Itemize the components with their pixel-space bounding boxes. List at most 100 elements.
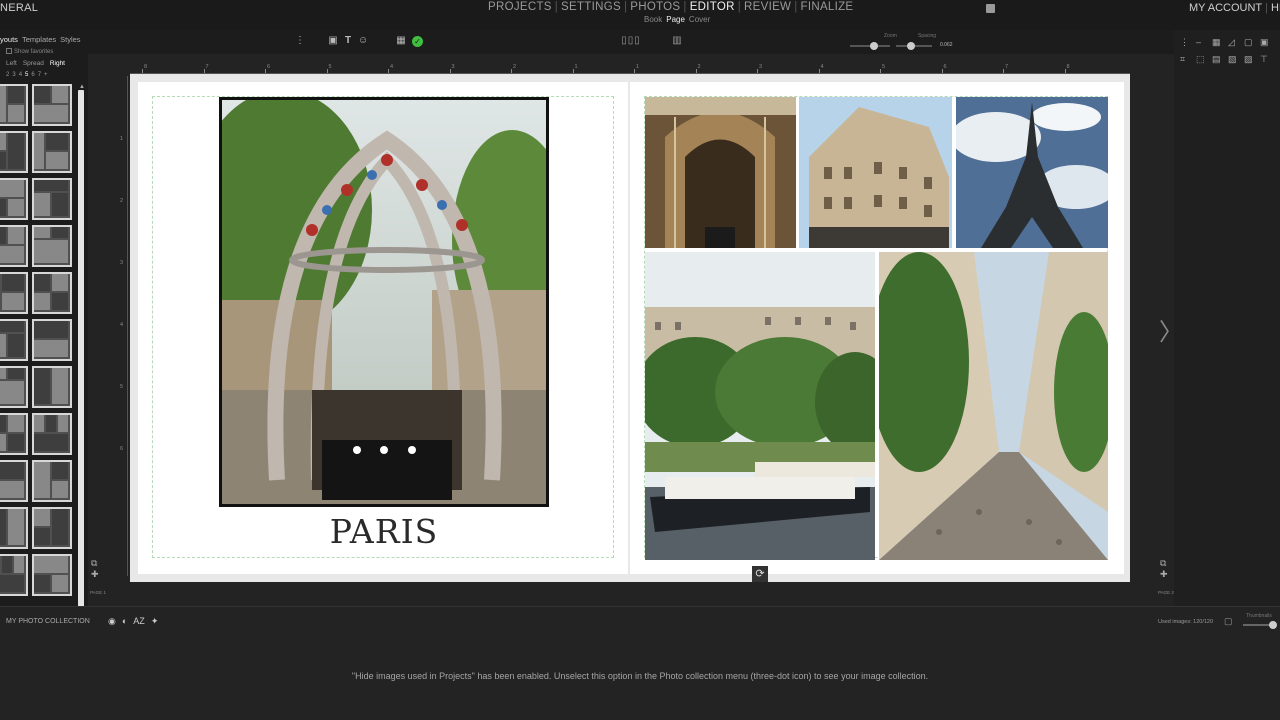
tab-layouts[interactable]: youts <box>0 35 18 44</box>
nav-help[interactable]: HE <box>1271 2 1280 14</box>
side-right[interactable]: Right <box>50 60 65 67</box>
layout-thumbnail[interactable] <box>0 366 28 408</box>
align-icon[interactable]: – <box>1196 38 1205 47</box>
more-options-icon[interactable]: ⋮ <box>295 36 305 46</box>
subnav-cover[interactable]: Cover <box>689 15 710 24</box>
nav-projects[interactable]: PROJECTS <box>488 1 552 13</box>
select-icon[interactable]: ⬚ <box>1196 55 1205 64</box>
photo-eiffel-tower[interactable] <box>956 97 1108 248</box>
layout-thumbnail[interactable] <box>0 84 28 126</box>
layout-thumbnail[interactable] <box>32 507 72 549</box>
subnav-page[interactable]: Page <box>666 15 685 24</box>
spacing-slider[interactable] <box>896 42 932 50</box>
ruler-tick <box>941 69 943 73</box>
filter-icon[interactable]: ▨ <box>1244 55 1253 64</box>
layout-thumbnail[interactable] <box>0 460 28 502</box>
fullscreen-icon[interactable]: ▣ <box>1260 38 1269 47</box>
photo-covered-arcade[interactable] <box>645 97 796 248</box>
save-icon[interactable] <box>986 4 995 13</box>
page-add-icon-right[interactable]: ⧉ ✚ <box>1160 558 1168 580</box>
ruler-label: 4 <box>820 64 824 70</box>
side-spread[interactable]: Spread <box>23 60 44 67</box>
ruler-tick <box>634 69 635 73</box>
layout-thumbnail[interactable] <box>32 131 72 173</box>
nav-general-tab[interactable]: NERAL <box>0 2 38 14</box>
book-view-icon[interactable]: ▥ <box>669 36 685 46</box>
layout-thumbnail[interactable] <box>32 413 72 455</box>
ruler-label: 5 <box>328 64 332 70</box>
ruler-label: 2 <box>513 64 517 70</box>
count-7plus[interactable]: 7+ <box>38 72 51 78</box>
right-tools-panel: ⋮ – ▦ ◿ ▢ ▣ ⌗ ⬚ ▤ ▧ ▨ ⊤ <box>1174 30 1280 606</box>
layout-thumbnail[interactable] <box>0 225 28 267</box>
layout-thumbnail[interactable] <box>32 84 72 126</box>
layout-thumbnail[interactable] <box>0 413 28 455</box>
thumbnails-slider[interactable] <box>1243 621 1277 629</box>
nav-finalize[interactable]: FINALIZE <box>801 1 854 13</box>
ruler-label: 7 <box>205 64 209 70</box>
ruler-label: 4 <box>120 322 124 328</box>
tab-templates[interactable]: Templates <box>22 35 56 44</box>
brush-icon[interactable]: ⊤ <box>1260 55 1269 64</box>
ruler-label: 6 <box>943 64 947 70</box>
folder-icon[interactable]: ▤ <box>1212 55 1221 64</box>
add-sticker-icon[interactable]: ☺ <box>358 36 368 46</box>
nav-review[interactable]: REVIEW <box>744 1 791 13</box>
ruler-label: 3 <box>120 260 124 266</box>
page-add-icon-left[interactable]: ⧉ ✚ <box>91 558 99 580</box>
crop-icon[interactable]: ⌗ <box>1180 55 1189 64</box>
photo-haussmann-building[interactable] <box>799 97 952 248</box>
layout-thumbnail[interactable] <box>32 460 72 502</box>
ruler-tick <box>142 69 143 73</box>
photo-ivy-street[interactable] <box>879 252 1108 560</box>
add-text-icon[interactable]: T <box>343 36 353 46</box>
layout-thumbnail[interactable] <box>0 131 28 173</box>
image-icon[interactable]: ▧ <box>1228 55 1237 64</box>
photo-seine-houseboat[interactable] <box>645 252 875 560</box>
show-favorites-checkbox[interactable]: Show favorites <box>6 48 53 55</box>
add-image-icon[interactable]: ▣ <box>328 36 338 46</box>
layout-thumbnail[interactable] <box>32 319 72 361</box>
side-left[interactable]: Left <box>6 60 17 67</box>
layout-thumbnail[interactable] <box>32 554 72 596</box>
subnav-book[interactable]: Book <box>644 15 662 24</box>
grid-layout-icon[interactable]: ▦ <box>1212 38 1221 47</box>
layouts-panel: Show favorites Left Spread Right 234567+ ▲ <box>0 46 88 610</box>
frame-icon[interactable]: ▢ <box>1244 38 1253 47</box>
ruler-tick <box>511 69 512 73</box>
layouts-scrollbar[interactable] <box>78 90 84 610</box>
nav-my-account[interactable]: MY ACCOUNT <box>1189 2 1262 14</box>
layout-thumbnail[interactable] <box>0 554 28 596</box>
layout-thumbnail[interactable] <box>32 366 72 408</box>
layout-thumbnail[interactable] <box>0 272 28 314</box>
sparkle-icon[interactable]: ✦ <box>151 616 159 626</box>
more-options-icon[interactable]: ⋮ <box>1180 38 1189 47</box>
layout-thumbnail[interactable] <box>0 319 28 361</box>
chart-icon[interactable]: ◿ <box>1228 38 1237 47</box>
collection-tools: ◉ ◐ AZ ✦ <box>108 616 164 627</box>
layout-thumbnail[interactable] <box>32 272 72 314</box>
thumbnail-size-icon[interactable]: ▢ <box>1224 617 1233 626</box>
swap-handle-icon[interactable]: ⟳ <box>752 566 768 582</box>
layout-thumbnail[interactable] <box>0 178 28 220</box>
spread-view-icon[interactable]: ▯▯▯ <box>607 36 655 46</box>
tab-styles[interactable]: Styles <box>60 35 80 44</box>
photo-metro-entrance[interactable] <box>219 97 549 507</box>
filter-icon[interactable]: ◐ <box>122 616 127 626</box>
nav-settings[interactable]: SETTINGS <box>561 1 621 13</box>
grid-icon[interactable]: ▦ <box>396 36 406 46</box>
layout-thumbnail[interactable] <box>32 178 72 220</box>
scroll-up-icon[interactable]: ▲ <box>79 84 85 90</box>
sort-az-button[interactable]: AZ <box>133 616 145 626</box>
layout-thumbnail[interactable] <box>0 507 28 549</box>
page-title-text[interactable]: PARIS <box>219 512 549 551</box>
layout-thumbnail[interactable] <box>32 225 72 267</box>
nav-editor[interactable]: EDITOR <box>690 1 735 13</box>
ruler-tick <box>572 69 574 73</box>
visibility-icon[interactable]: ◉ <box>108 616 116 626</box>
ruler-label: 8 <box>144 64 148 70</box>
zoom-slider[interactable] <box>850 42 890 50</box>
nav-photos[interactable]: PHOTOS <box>630 1 680 13</box>
ruler-label: 2 <box>697 64 701 70</box>
autofill-icon[interactable]: ✓ <box>412 36 423 47</box>
